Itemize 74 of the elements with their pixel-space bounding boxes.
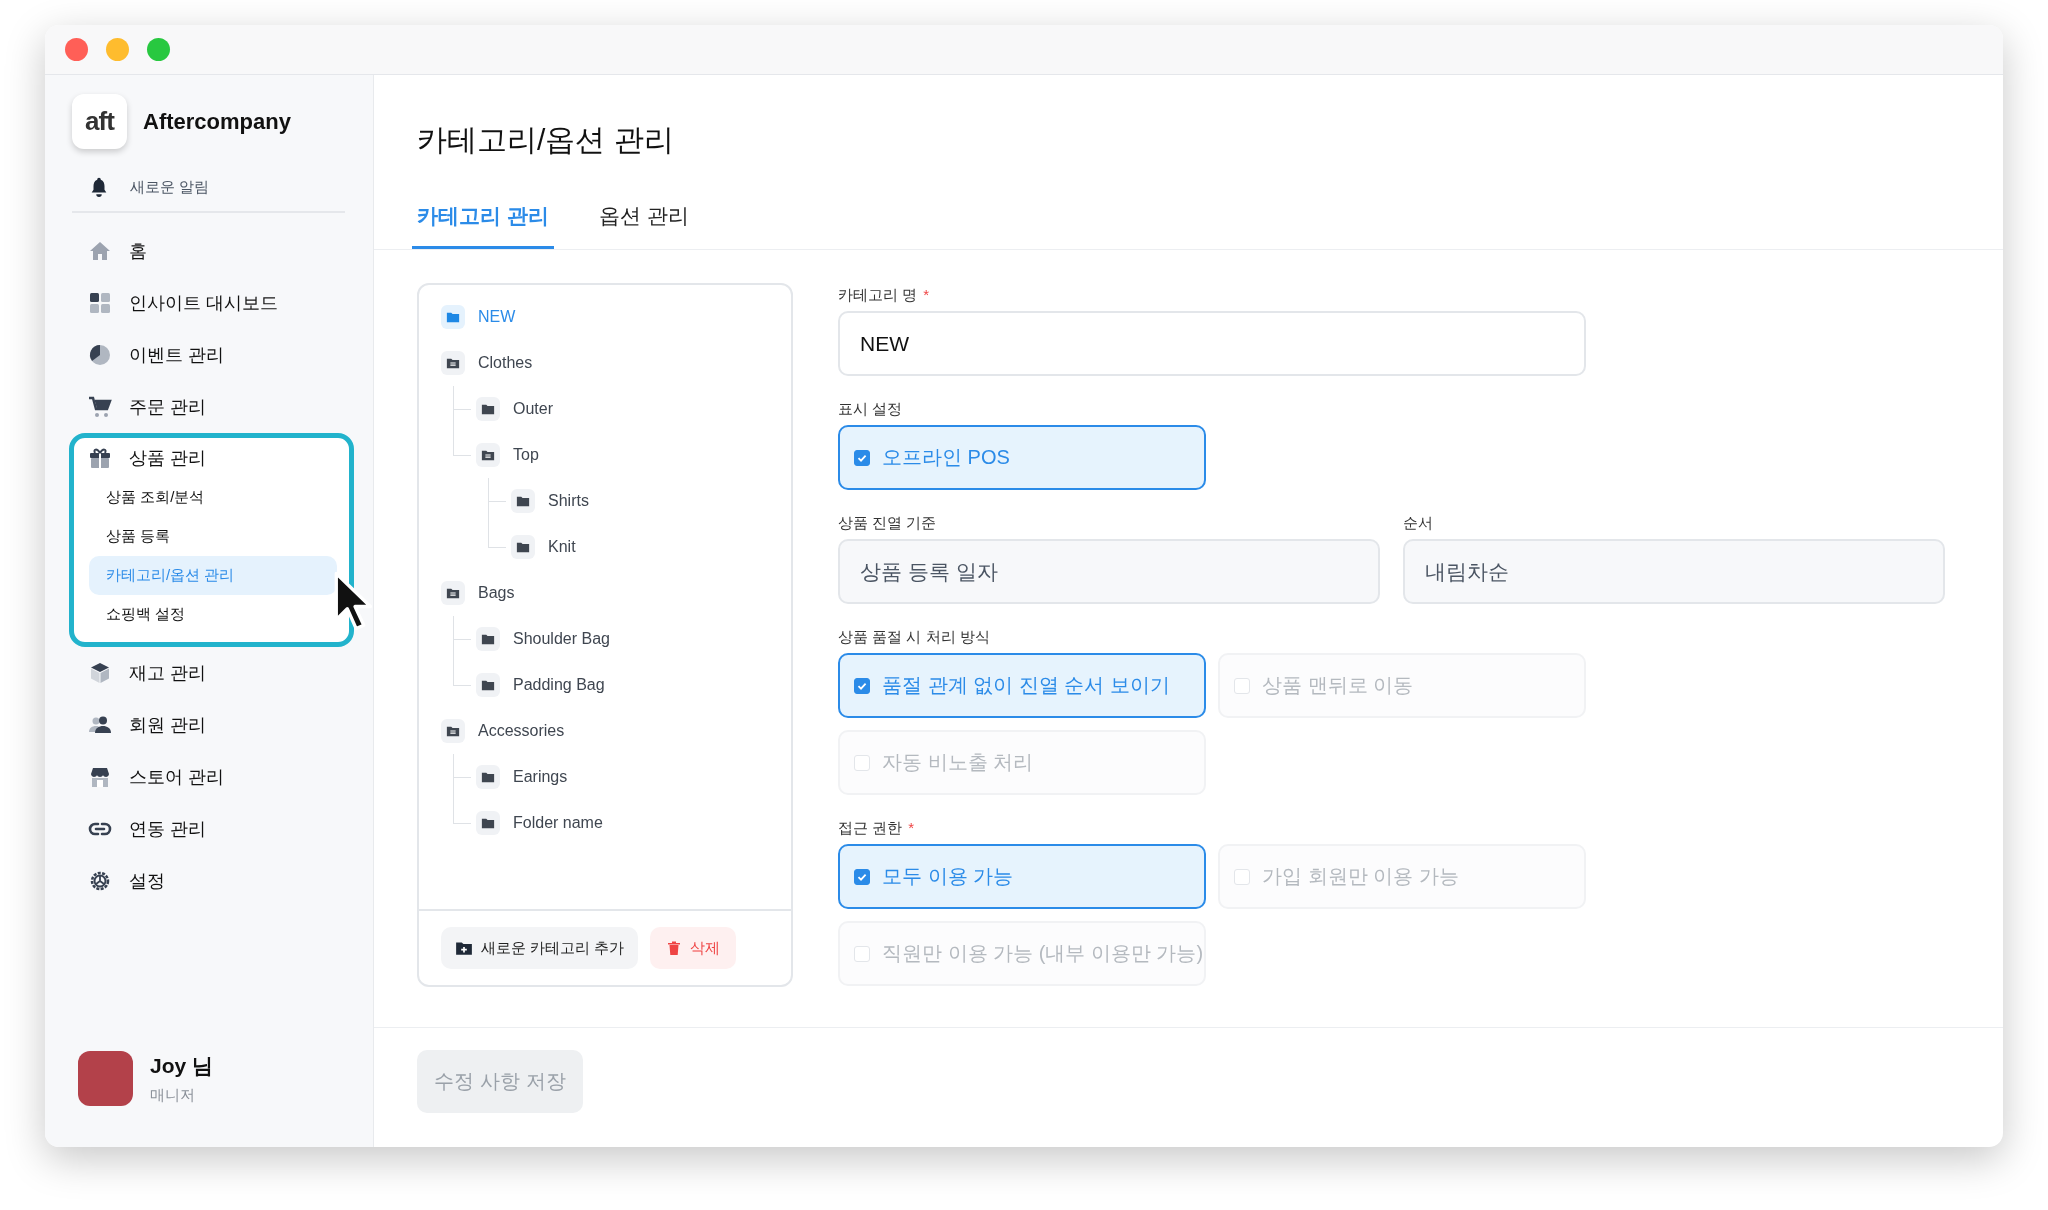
tree-item[interactable]: Shirts	[511, 478, 791, 524]
field-label: 표시 설정	[838, 400, 903, 417]
tree-item[interactable]: Padding Bag	[476, 662, 791, 708]
page-title: 카테고리/옵션 관리	[417, 122, 675, 158]
tree-item[interactable]: Shoulder Bag	[476, 616, 791, 662]
field-label: 상품 품절 시 처리 방식	[838, 628, 990, 645]
user-role: 매니저	[150, 1086, 196, 1105]
category-name-input[interactable]: NEW	[838, 311, 1586, 376]
notification-link[interactable]: 새로운 알림	[88, 163, 373, 211]
dropdown-field[interactable]: 내림차순	[1403, 539, 1945, 604]
brand-logo: aft	[72, 94, 127, 149]
minimize-window-button[interactable]	[106, 38, 129, 61]
field-label: 상품 진열 기준	[838, 513, 938, 533]
submenu-item[interactable]: 상품 등록	[89, 517, 337, 556]
checkbox[interactable]	[854, 868, 870, 885]
folder-icon	[511, 535, 535, 559]
dropdown-field[interactable]: 상품 등록 일자	[838, 539, 1380, 604]
tab[interactable]: 카테고리 관리	[412, 202, 554, 249]
dashboard-icon	[88, 291, 112, 315]
required-mark: *	[923, 286, 929, 303]
photo-placeholder	[78, 1051, 133, 1106]
tree-item[interactable]: Outer	[476, 386, 791, 432]
folder-icon	[441, 305, 465, 329]
folder-icon	[476, 811, 500, 835]
tree-item[interactable]: Bags	[441, 570, 791, 616]
home-icon	[88, 239, 112, 263]
folder-list-icon	[441, 351, 465, 375]
checkbox[interactable]	[854, 677, 870, 694]
nav-item[interactable]: 이벤트 관리	[45, 329, 373, 381]
maximize-window-button[interactable]	[147, 38, 170, 61]
required-mark: *	[908, 819, 914, 836]
submenu-item[interactable]: 상품 조회/분석	[89, 478, 337, 517]
field-label: 카테고리 명	[838, 286, 918, 303]
nav-item[interactable]: 주문 관리	[45, 381, 373, 433]
tree-item[interactable]: Folder name	[476, 800, 791, 846]
tab[interactable]: 옵션 관리	[593, 202, 694, 249]
folder-list-icon	[441, 581, 465, 605]
nav-item[interactable]: 상품 관리	[74, 438, 349, 478]
folder-list-icon	[441, 719, 465, 743]
folder-icon	[476, 627, 500, 651]
store-icon	[88, 765, 112, 789]
add-category-button[interactable]: 새로운 카테고리 추가	[441, 927, 639, 969]
tree-item[interactable]: Earings	[476, 754, 791, 800]
brand-name: Aftercompany	[143, 108, 291, 135]
folder-list-icon	[476, 443, 500, 467]
folder-icon	[476, 673, 500, 697]
tree-item[interactable]: Accessories	[441, 708, 791, 754]
folder-icon	[511, 489, 535, 513]
nav-item[interactable]: 스토어 관리	[45, 751, 373, 803]
checkbox[interactable]	[854, 449, 870, 466]
nav-item[interactable]: 홈	[45, 225, 373, 277]
user-name: Joy 님	[150, 1053, 214, 1079]
nav-item[interactable]: 재고 관리	[45, 647, 373, 699]
cart-icon	[88, 395, 112, 419]
folder-icon	[476, 765, 500, 789]
tree-item[interactable]: Top	[476, 432, 791, 478]
tree-item[interactable]: Clothes	[441, 340, 791, 386]
nav-item[interactable]: 설정	[45, 855, 373, 907]
tree-item[interactable]: NEW	[441, 294, 791, 340]
pie-chart-icon	[88, 343, 112, 367]
trash-icon	[666, 940, 683, 956]
nav-item[interactable]: 연동 관리	[45, 803, 373, 855]
tree-item[interactable]: Knit	[511, 524, 791, 570]
cube-icon	[88, 661, 112, 685]
folder-icon	[476, 397, 500, 421]
submenu-item[interactable]: 쇼핑백 설정	[89, 595, 337, 634]
field-label: 순서	[1403, 513, 1434, 533]
field-label: 접근 권한	[838, 819, 903, 836]
folder-plus-icon	[455, 939, 473, 957]
gear-icon	[88, 869, 112, 893]
nav-item[interactable]: 회원 관리	[45, 699, 373, 751]
gift-icon	[88, 446, 112, 470]
nav-item[interactable]: 인사이트 대시보드	[45, 277, 373, 329]
close-window-button[interactable]	[65, 38, 88, 61]
